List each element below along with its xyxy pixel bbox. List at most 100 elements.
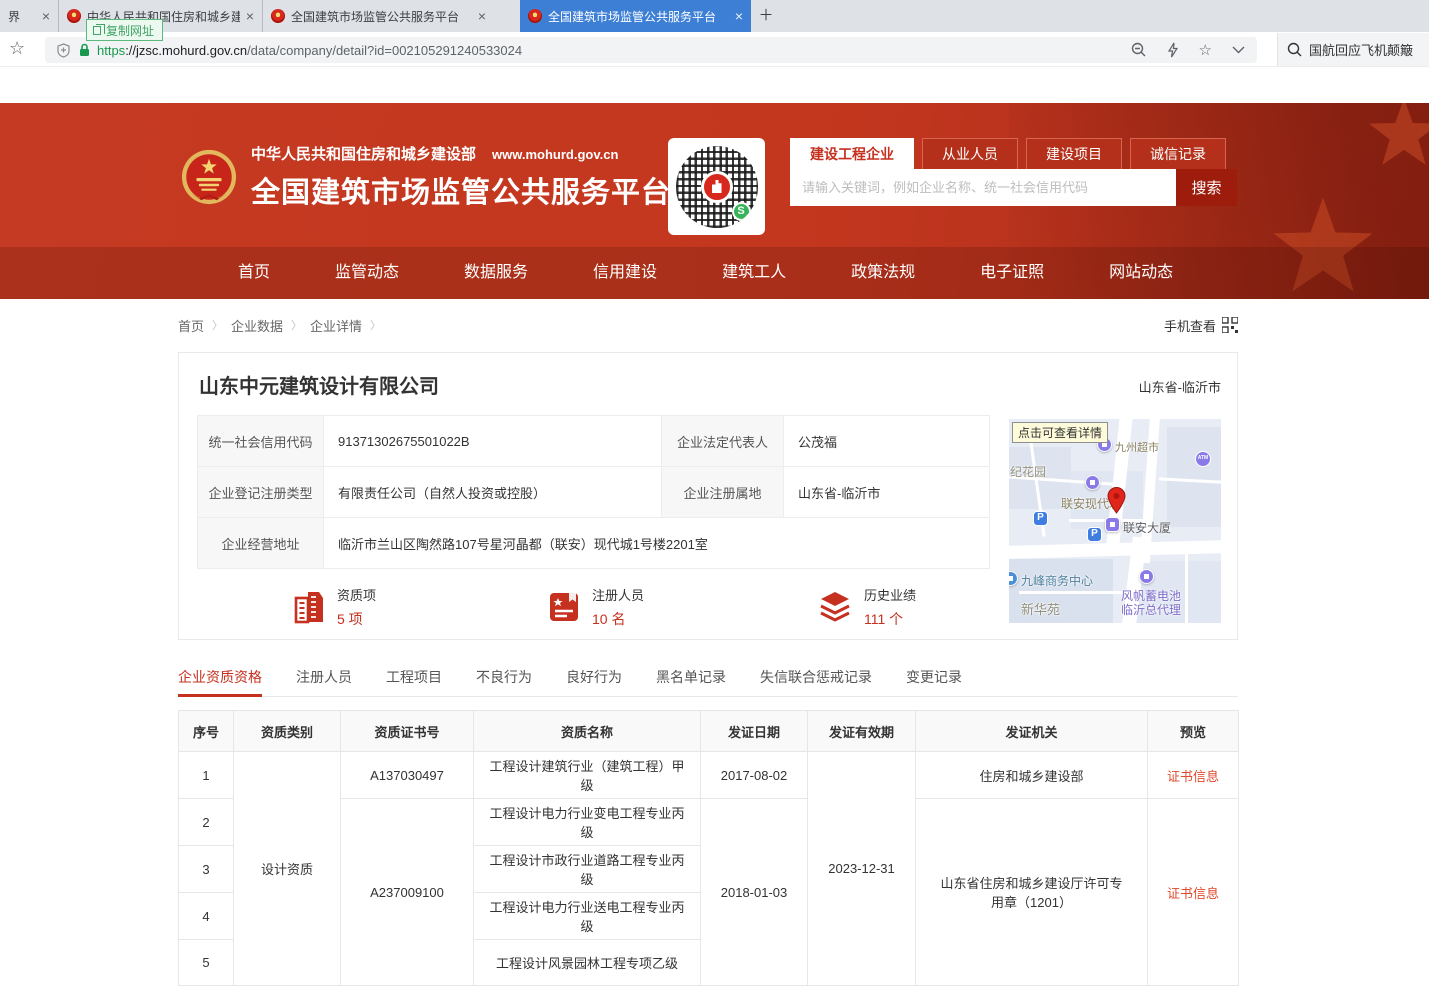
favorite-star-icon[interactable]: ☆: [1199, 41, 1212, 59]
close-icon[interactable]: ×: [478, 9, 486, 23]
browser-window: 界 × 中华人民共和国住房和城乡建设 × 全国建筑市场监管公共服务平台 × 全国…: [0, 0, 1429, 996]
site-branding: 中华人民共和国住房和城乡建设部 www.mohurd.gov.cn 全国建筑市场…: [180, 143, 671, 211]
nav-item-policy[interactable]: 政策法规: [851, 247, 915, 299]
breadcrumb-separator: 〉: [370, 317, 381, 333]
stat-value: 10 名: [592, 609, 644, 629]
close-icon[interactable]: ×: [42, 9, 50, 23]
cell-issue-date: 2017-08-02: [701, 752, 808, 799]
cell-issue-date: 2018-01-03: [701, 799, 808, 986]
breadcrumb-separator: 〉: [291, 317, 302, 333]
search-tab-personnel[interactable]: 从业人员: [922, 138, 1018, 169]
cell-authority: 山东省住房和城乡建设厅许可专用章（1201）: [916, 799, 1148, 986]
registration-region-value: 山东省-临沂市: [784, 467, 990, 518]
browser-tab-active[interactable]: 全国建筑市场监管公共服务平台 ×: [520, 0, 751, 32]
search-tab-enterprise[interactable]: 建设工程企业: [790, 138, 914, 169]
nav-item-data-service[interactable]: 数据服务: [464, 247, 528, 299]
stat-history-performance[interactable]: 历史业绩 111 个: [817, 585, 916, 629]
zoom-out-icon[interactable]: [1131, 42, 1147, 58]
certificate-info-link[interactable]: 证书信息: [1167, 769, 1219, 784]
stat-label: 历史业绩: [864, 585, 916, 604]
tab-title: 全国建筑市场监管公共服务平台: [291, 8, 472, 25]
col-header-validity: 发证有效期: [808, 711, 916, 752]
nav-item-e-license[interactable]: 电子证照: [980, 247, 1044, 299]
cell-no: 4: [179, 893, 234, 940]
address-bar[interactable]: https ://jzsc.mohurd.gov.cn /data/compan…: [45, 37, 1257, 63]
tab-bar: 界 × 中华人民共和国住房和城乡建设 × 全国建筑市场监管公共服务平台 × 全国…: [0, 0, 1429, 32]
parking-marker-icon: P: [1087, 527, 1102, 542]
copy-icon: [93, 26, 101, 35]
cell-validity: 2023-12-31: [808, 752, 916, 986]
certificate-info-link[interactable]: 证书信息: [1167, 886, 1219, 901]
company-info-table: 统一社会信用代码 91371302675501022B 企业法定代表人 公茂福 …: [197, 415, 990, 569]
map-label-xinhua: 新华苑: [1021, 599, 1060, 618]
shield-icon: [57, 43, 70, 58]
company-card: 山东中元建筑设计有限公司 山东省-临沂市 统一社会信用代码 9137130267…: [178, 352, 1238, 640]
tab-change-records[interactable]: 变更记录: [906, 661, 962, 697]
new-tab-button[interactable]: ＋: [751, 0, 781, 32]
bookmark-star-icon[interactable]: ☆: [9, 38, 25, 59]
residence-marker-icon: [1085, 475, 1100, 490]
nav-item-site-news[interactable]: 网站动态: [1109, 247, 1173, 299]
cell-name: 工程设计电力行业送电工程专业丙级: [474, 893, 701, 940]
cell-name: 工程设计建筑行业（建筑工程）甲级: [474, 752, 701, 799]
field-label: 企业法定代表人: [662, 416, 784, 467]
battery-marker-icon: [1139, 569, 1154, 584]
tab-qualifications[interactable]: 企业资质资格: [178, 661, 262, 697]
nav-item-home[interactable]: 首页: [238, 247, 270, 299]
close-icon[interactable]: ×: [246, 9, 254, 23]
lock-icon: [79, 43, 90, 57]
field-label: 企业注册属地: [662, 467, 784, 518]
col-header-no: 序号: [179, 711, 234, 752]
breadcrumb-company-data[interactable]: 企业数据: [231, 316, 283, 335]
map-label-battery-2: 临沂总代理: [1121, 601, 1181, 618]
stat-registered-personnel[interactable]: 注册人员 10 名: [547, 585, 644, 629]
stat-value: 5 项: [337, 609, 376, 629]
location-map[interactable]: 点击可查看详情 九州超市 ATM 纪花园 联安现代城 联安大厦 P P 九峰商务…: [1009, 419, 1221, 623]
qr-code-icon[interactable]: [1222, 317, 1238, 333]
cell-no: 2: [179, 799, 234, 846]
search-tab-project[interactable]: 建设项目: [1026, 138, 1122, 169]
breadcrumb-home[interactable]: 首页: [178, 316, 204, 335]
cell-category: 设计资质: [234, 752, 341, 986]
field-label: 企业经营地址: [198, 518, 324, 569]
nav-item-workers[interactable]: 建筑工人: [722, 247, 786, 299]
nav-item-credit[interactable]: 信用建设: [593, 247, 657, 299]
site-search-input[interactable]: [790, 169, 1176, 206]
breadcrumb-company-detail[interactable]: 企业详情: [310, 316, 362, 335]
quick-search-box[interactable]: 国航回应飞机颠簸: [1277, 33, 1429, 66]
qualification-table: 序号 资质类别 资质证书号 资质名称 发证日期 发证有效期 发证机关 预览 1 …: [178, 710, 1239, 986]
lightning-icon[interactable]: [1167, 42, 1179, 58]
layers-icon: [817, 590, 853, 624]
qr-center-logo: [701, 171, 733, 203]
table-header-row: 序号 资质类别 资质证书号 资质名称 发证日期 发证有效期 发证机关 预览: [179, 711, 1239, 752]
main-nav: 首页 监管动态 数据服务 信用建设 建筑工人 政策法规 电子证照 网站动态: [0, 247, 1429, 299]
stat-value: 111 个: [864, 609, 916, 629]
tab-title: 全国建筑市场监管公共服务平台: [548, 8, 729, 25]
tab-good-behavior[interactable]: 良好行为: [566, 661, 622, 697]
col-header-preview: 预览: [1148, 711, 1239, 752]
ministry-url: www.mohurd.gov.cn: [492, 147, 618, 162]
atm-marker-icon: ATM: [1195, 451, 1211, 467]
tab-bad-behavior[interactable]: 不良行为: [476, 661, 532, 697]
mobile-view-label[interactable]: 手机查看: [1164, 316, 1216, 335]
site-favicon: [528, 9, 542, 23]
map-label-business-center: 九峰商务中心: [1021, 572, 1093, 589]
browser-tab-1[interactable]: 界 ×: [0, 0, 58, 32]
stat-label: 资质项: [337, 585, 376, 604]
site-header: 中华人民共和国住房和城乡建设部 www.mohurd.gov.cn 全国建筑市场…: [0, 103, 1429, 299]
tab-registered-personnel[interactable]: 注册人员: [296, 661, 352, 697]
wechat-icon: [732, 202, 751, 221]
browser-tab-3[interactable]: 全国建筑市场监管公共服务平台 ×: [262, 0, 494, 32]
chevron-down-icon[interactable]: [1232, 46, 1245, 54]
nav-item-supervision[interactable]: 监管动态: [335, 247, 399, 299]
stat-qualifications[interactable]: 资质项 5 项: [292, 585, 376, 629]
tab-blacklist[interactable]: 黑名单记录: [656, 661, 726, 697]
detail-tabs: 企业资质资格 注册人员 工程项目 不良行为 良好行为 黑名单记录 失信联合惩戒记…: [178, 661, 1238, 697]
company-region: 山东省-临沂市: [1139, 377, 1221, 396]
cell-name: 工程设计市政行业道路工程专业丙级: [474, 846, 701, 893]
search-button[interactable]: 搜索: [1176, 169, 1237, 206]
close-icon[interactable]: ×: [735, 9, 743, 23]
tab-projects[interactable]: 工程项目: [386, 661, 442, 697]
search-tab-credit[interactable]: 诚信记录: [1130, 138, 1226, 169]
tab-dishonesty-records[interactable]: 失信联合惩戒记录: [760, 661, 872, 697]
